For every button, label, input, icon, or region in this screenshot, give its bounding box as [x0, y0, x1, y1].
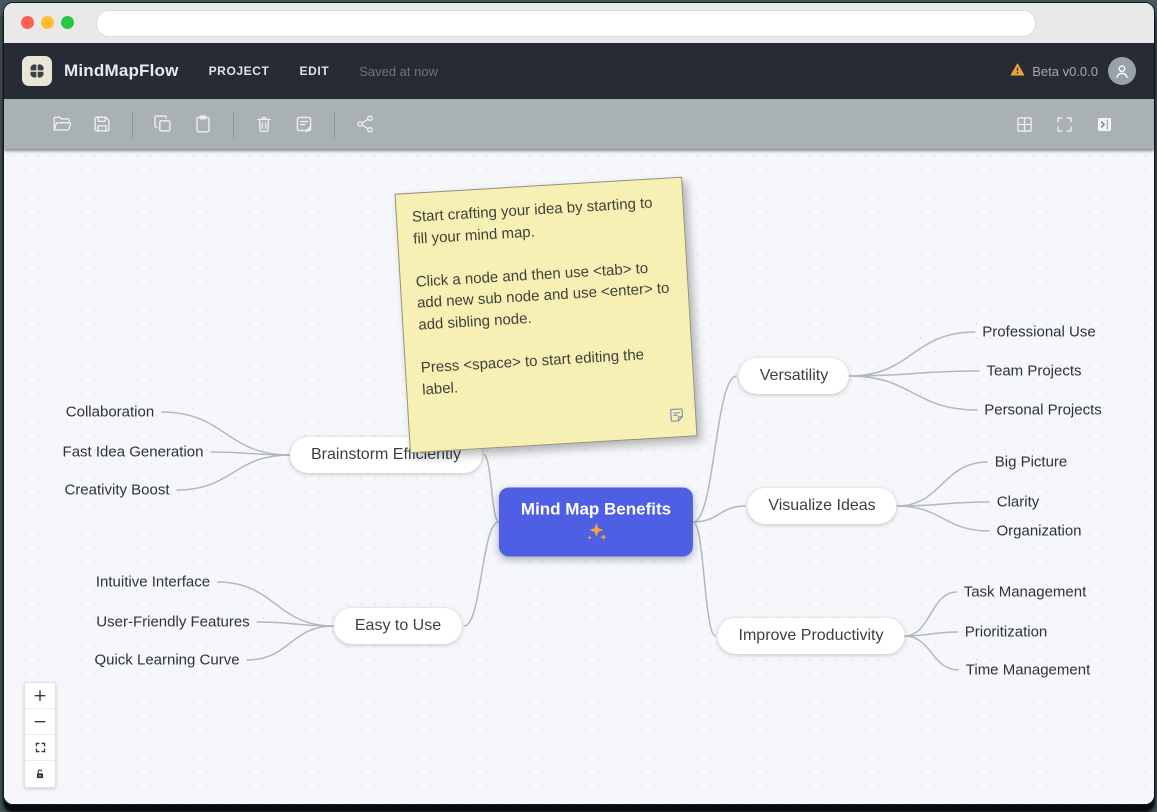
note-paragraph: Click a node and then use <tab> to add n… [415, 256, 674, 336]
share-button[interactable] [351, 110, 379, 138]
sparkles-icon [584, 522, 608, 543]
node-clarity[interactable]: Clarity [997, 494, 1040, 511]
node-task[interactable]: Task Management [964, 584, 1087, 601]
paste-icon [192, 113, 214, 135]
node-professional[interactable]: Professional Use [982, 324, 1095, 341]
fit-screen-icon [1054, 114, 1075, 135]
root-node-label: Mind Map Benefits [521, 498, 671, 520]
grid-layout-icon [1014, 114, 1035, 135]
edge-root-versatility [693, 376, 737, 522]
node-user-friendly[interactable]: User-Friendly Features [96, 614, 249, 631]
beta-badge: Beta v0.0.0 [1009, 61, 1098, 81]
grid-layout-button[interactable] [1010, 110, 1038, 138]
zoom-out-button[interactable]: − [25, 709, 55, 735]
edge-easy-user-friendly [257, 622, 334, 626]
edge-versatility-personal [849, 376, 977, 410]
node-time[interactable]: Time Management [966, 662, 1091, 679]
node-fast-idea[interactable]: Fast Idea Generation [63, 444, 204, 461]
edge-improve-time [904, 636, 958, 670]
edge-root-improve [693, 522, 715, 636]
node-easy[interactable]: Easy to Use [334, 608, 462, 644]
minimize-window-button[interactable] [41, 16, 54, 29]
lock-open-icon [33, 767, 47, 781]
node-big-picture[interactable]: Big Picture [995, 454, 1068, 471]
lock-button[interactable] [25, 761, 55, 787]
maximize-window-button[interactable] [61, 16, 74, 29]
edge-visualize-organization [897, 506, 990, 531]
edge-versatility-professional [849, 332, 975, 376]
node-visualize[interactable]: Visualize Ideas [747, 488, 896, 524]
add-note-icon [293, 113, 315, 135]
node-team[interactable]: Team Projects [986, 363, 1081, 380]
node-organization[interactable]: Organization [996, 523, 1081, 540]
app-title: MindMapFlow [64, 61, 179, 81]
edge-visualize-big-picture [897, 462, 988, 506]
note-corner-icon [667, 405, 687, 430]
edge-root-easy [464, 522, 499, 626]
edge-improve-task [904, 592, 956, 636]
mindmap-canvas[interactable]: Start crafting your idea by starting to … [4, 149, 1154, 804]
toolbar [4, 99, 1154, 149]
browser-titlebar [4, 3, 1154, 43]
toolbar-separator [334, 111, 335, 138]
root-node-emoji [521, 522, 671, 546]
fit-view-icon [34, 741, 47, 754]
node-prioritization[interactable]: Prioritization [965, 624, 1048, 641]
menu-edit[interactable]: EDIT [299, 64, 329, 78]
node-personal[interactable]: Personal Projects [984, 402, 1102, 419]
open-file-icon [51, 113, 73, 135]
node-improve[interactable]: Improve Productivity [718, 618, 905, 654]
toolbar-separator [132, 111, 133, 138]
edge-easy-quick [247, 626, 334, 660]
edge-root-brainstorm [484, 455, 499, 522]
page-background: MindMapFlow PROJECT EDIT Saved at now Be… [0, 0, 1157, 812]
node-quick[interactable]: Quick Learning Curve [94, 652, 239, 669]
browser-address-bar[interactable] [96, 10, 1036, 37]
copy-icon [152, 113, 174, 135]
beta-version-label: Beta v0.0.0 [1032, 64, 1098, 79]
copy-button[interactable] [149, 110, 177, 138]
app-header: MindMapFlow PROJECT EDIT Saved at now Be… [4, 43, 1154, 99]
fit-screen-button[interactable] [1050, 110, 1078, 138]
open-file-button[interactable] [48, 110, 76, 138]
toolbar-separator [233, 111, 234, 138]
delete-button[interactable] [250, 110, 278, 138]
edge-brainstorm-fast-idea [210, 452, 290, 455]
user-avatar[interactable] [1108, 57, 1136, 85]
trash-icon [253, 113, 275, 135]
zoom-panel: + − [24, 682, 56, 788]
note-paragraph: Press <space> to start editing the label… [420, 342, 678, 401]
toggle-panel-icon [1094, 114, 1115, 135]
toggle-panel-button[interactable] [1090, 110, 1118, 138]
fit-view-button[interactable] [25, 735, 55, 761]
node-root[interactable]: Mind Map Benefits [499, 487, 693, 556]
node-creativity[interactable]: Creativity Boost [64, 482, 169, 499]
add-note-button[interactable] [290, 110, 318, 138]
app-logo-icon [22, 56, 52, 86]
note-paragraph: Start crafting your idea by starting to … [411, 192, 669, 251]
save-status: Saved at now [359, 64, 438, 79]
paste-button[interactable] [189, 110, 217, 138]
node-versatility[interactable]: Versatility [739, 358, 849, 394]
menu-project[interactable]: PROJECT [209, 64, 270, 78]
warning-icon [1009, 61, 1026, 81]
save-button[interactable] [88, 110, 116, 138]
share-icon [354, 113, 376, 135]
edge-versatility-team [849, 371, 979, 376]
node-collaboration[interactable]: Collaboration [66, 404, 154, 421]
close-window-button[interactable] [21, 16, 34, 29]
browser-window: MindMapFlow PROJECT EDIT Saved at now Be… [3, 2, 1155, 805]
sticky-note[interactable]: Start crafting your idea by starting to … [395, 177, 698, 454]
save-icon [91, 113, 113, 135]
node-intuitive[interactable]: Intuitive Interface [96, 574, 210, 591]
zoom-in-button[interactable]: + [25, 683, 55, 709]
